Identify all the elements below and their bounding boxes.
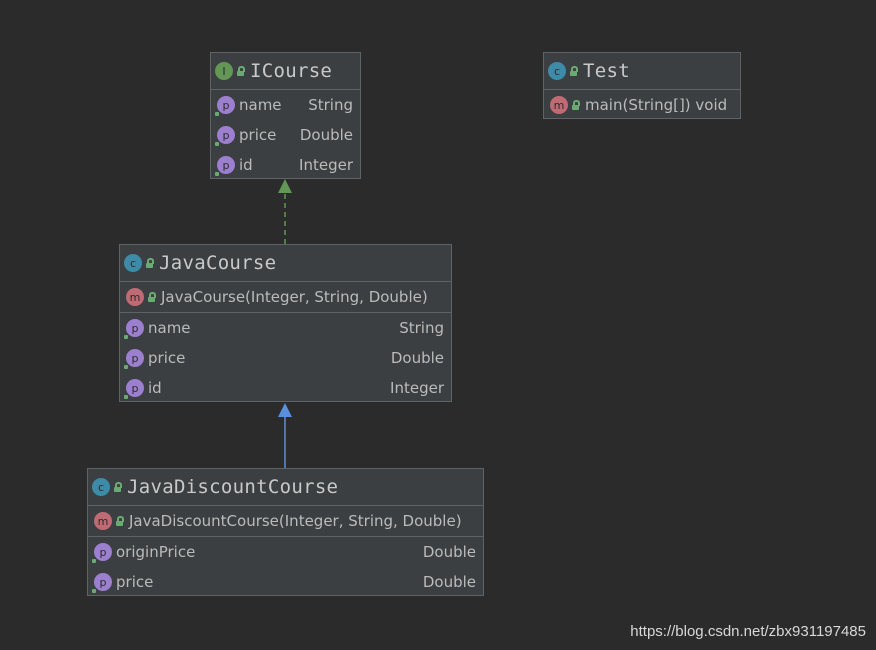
- class-box-test[interactable]: c Test m main(String[]) void: [543, 52, 741, 119]
- class-header: I ICourse: [211, 53, 360, 90]
- field-row[interactable]: p id Integer: [120, 373, 451, 403]
- field-row[interactable]: p name String: [120, 313, 451, 343]
- public-lock-icon: [572, 100, 581, 110]
- public-lock-icon: [148, 292, 157, 302]
- class-name: JavaCourse: [159, 252, 277, 274]
- field-row[interactable]: p id Integer: [211, 150, 360, 180]
- property-icon: p: [215, 126, 235, 146]
- class-header: c JavaDiscountCourse: [88, 469, 483, 506]
- field-name: id: [148, 379, 162, 397]
- field-row[interactable]: p originPrice Double: [88, 537, 483, 567]
- constructors-section: m JavaCourse(Integer, String, Double): [120, 282, 451, 313]
- property-icon: p: [215, 96, 235, 116]
- field-type: Integer: [299, 156, 353, 174]
- public-lock-icon: [116, 516, 125, 526]
- method-icon: m: [94, 512, 112, 530]
- field-row[interactable]: p price Double: [211, 120, 360, 150]
- watermark: https://blog.csdn.net/zbx931197485: [630, 623, 866, 640]
- field-name: name: [148, 319, 191, 337]
- field-name: price: [116, 573, 154, 591]
- field-name: price: [148, 349, 186, 367]
- property-icon: p: [124, 319, 144, 339]
- field-type: String: [308, 96, 353, 114]
- constructor-signature: JavaCourse(Integer, String, Double): [161, 288, 428, 306]
- public-lock-icon: [237, 66, 246, 76]
- class-box-javadiscountcourse[interactable]: c JavaDiscountCourse m JavaDiscountCours…: [87, 468, 484, 596]
- interface-icon: I: [215, 62, 233, 80]
- methods-section: m main(String[]) void: [544, 90, 740, 120]
- public-lock-icon: [114, 482, 123, 492]
- field-name: name: [239, 96, 282, 114]
- class-icon: c: [124, 254, 142, 272]
- class-icon: c: [92, 478, 110, 496]
- field-type: Double: [390, 349, 444, 367]
- field-type: Double: [299, 126, 353, 144]
- public-lock-icon: [146, 258, 155, 268]
- constructor-signature: JavaDiscountCourse(Integer, String, Doub…: [129, 512, 462, 530]
- constructor-row[interactable]: m JavaCourse(Integer, String, Double): [120, 282, 451, 312]
- class-box-javacourse[interactable]: c JavaCourse m JavaCourse(Integer, Strin…: [119, 244, 452, 402]
- field-type: String: [399, 319, 444, 337]
- property-icon: p: [92, 573, 112, 593]
- field-type: Integer: [390, 379, 444, 397]
- fields-section: p name String p price Double p id Intege…: [120, 313, 451, 403]
- method-row[interactable]: m main(String[]) void: [544, 90, 740, 120]
- class-header: c Test: [544, 53, 740, 90]
- property-icon: p: [215, 156, 235, 176]
- field-type: Double: [422, 543, 476, 561]
- method-icon: m: [550, 96, 568, 114]
- class-header: c JavaCourse: [120, 245, 451, 282]
- implements-arrowhead: [278, 179, 292, 193]
- constructors-section: m JavaDiscountCourse(Integer, String, Do…: [88, 506, 483, 537]
- field-row[interactable]: p price Double: [120, 343, 451, 373]
- fields-section: p name String p price Double p id Intege…: [211, 90, 360, 180]
- field-type: Double: [422, 573, 476, 591]
- extends-arrowhead: [278, 403, 292, 417]
- public-lock-icon: [570, 66, 579, 76]
- method-icon: m: [126, 288, 144, 306]
- field-row[interactable]: p name String: [211, 90, 360, 120]
- field-row[interactable]: p price Double: [88, 567, 483, 597]
- field-name: price: [239, 126, 277, 144]
- field-name: originPrice: [116, 543, 196, 561]
- property-icon: p: [92, 543, 112, 563]
- class-name: JavaDiscountCourse: [127, 476, 339, 498]
- fields-section: p originPrice Double p price Double: [88, 537, 483, 597]
- constructor-row[interactable]: m JavaDiscountCourse(Integer, String, Do…: [88, 506, 483, 536]
- field-name: id: [239, 156, 253, 174]
- class-icon: c: [548, 62, 566, 80]
- property-icon: p: [124, 379, 144, 399]
- class-name: Test: [583, 60, 630, 82]
- method-signature: main(String[]) void: [585, 96, 728, 114]
- class-box-icourse[interactable]: I ICourse p name String p price Double p…: [210, 52, 361, 179]
- property-icon: p: [124, 349, 144, 369]
- class-name: ICourse: [250, 60, 333, 82]
